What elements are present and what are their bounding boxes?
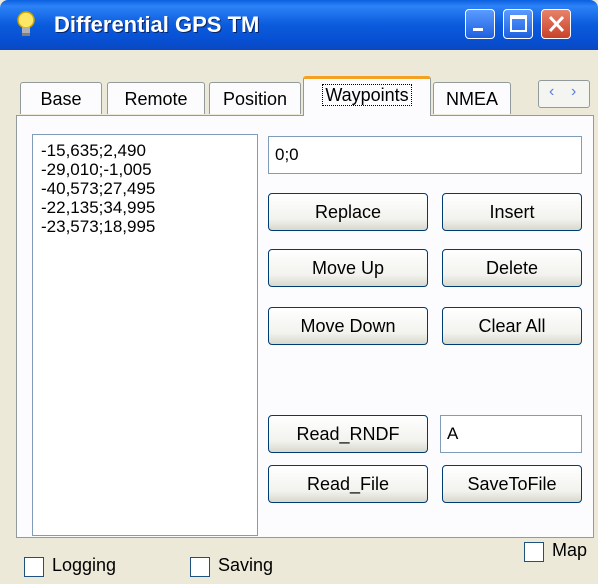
insert-button[interactable]: Insert (442, 193, 582, 231)
waypoint-list[interactable]: -15,635;2,490 -29,010;-1,005 -40,573;27,… (32, 134, 258, 536)
save-to-file-button[interactable]: SaveToFile (442, 465, 582, 503)
list-item[interactable]: -22,135;34,995 (41, 198, 249, 217)
tab-remote[interactable]: Remote (107, 82, 205, 114)
chevron-right-icon[interactable]: › (571, 83, 576, 101)
map-checkbox[interactable] (524, 542, 544, 562)
app-window: Differential GPS TM Base Remote Position… (0, 0, 598, 584)
maximize-icon (510, 15, 527, 32)
chevron-left-icon[interactable]: ‹ (549, 83, 554, 101)
title-bar[interactable]: Differential GPS TM (0, 0, 598, 50)
window-title: Differential GPS TM (54, 12, 260, 37)
list-item[interactable]: -23,573;18,995 (41, 217, 249, 236)
rndf-input[interactable]: A (440, 415, 582, 453)
saving-checkbox[interactable] (190, 557, 210, 577)
read-file-button[interactable]: Read_File (268, 465, 428, 503)
close-button[interactable] (541, 9, 571, 39)
list-item[interactable]: -40,573;27,495 (41, 179, 249, 198)
tab-position[interactable]: Position (209, 82, 301, 114)
tab-nmea[interactable]: NMEA (433, 82, 511, 114)
list-item[interactable]: -29,010;-1,005 (41, 160, 249, 179)
move-up-button[interactable]: Move Up (268, 249, 428, 287)
close-icon (548, 15, 565, 33)
delete-button[interactable]: Delete (442, 249, 582, 287)
tab-base[interactable]: Base (20, 82, 102, 114)
map-label: Map (552, 540, 588, 560)
maximize-button[interactable] (503, 9, 533, 39)
list-item[interactable]: -15,635;2,490 (41, 141, 249, 160)
clear-all-button[interactable]: Clear All (442, 307, 582, 345)
read-rndf-button[interactable]: Read_RNDF (268, 415, 428, 453)
minimize-button[interactable] (465, 9, 495, 39)
tab-scroll-buttons[interactable]: ‹ › (538, 80, 590, 108)
logging-checkbox[interactable] (24, 557, 44, 577)
replace-button[interactable]: Replace (268, 193, 428, 231)
coordinate-input[interactable]: 0;0 (268, 136, 582, 174)
saving-label: Saving (218, 555, 274, 575)
minimize-icon (473, 28, 483, 31)
move-down-button[interactable]: Move Down (268, 307, 428, 345)
lightbulb-icon (15, 10, 37, 40)
logging-label: Logging (52, 555, 117, 575)
tab-waypoints[interactable]: Waypoints (303, 76, 431, 116)
